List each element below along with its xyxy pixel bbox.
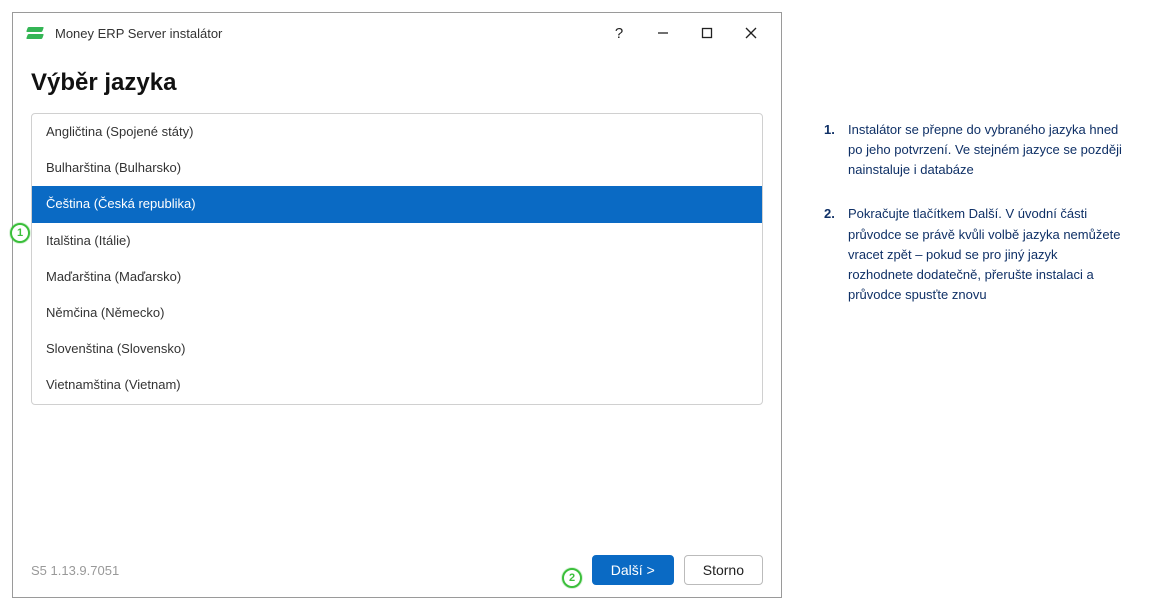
cancel-button[interactable]: Storno bbox=[684, 555, 763, 585]
language-option[interactable]: Slovenština (Slovensko) bbox=[32, 331, 762, 367]
bottom-bar: S5 1.13.9.7051 Další > Storno bbox=[31, 541, 763, 597]
titlebar: Money ERP Server instalátor ? bbox=[13, 13, 781, 53]
minimize-button[interactable] bbox=[641, 18, 685, 48]
help-button[interactable]: ? bbox=[597, 18, 641, 48]
next-button[interactable]: Další > bbox=[592, 555, 674, 585]
annotation-notes: 1. Instalátor se přepne do vybraného jaz… bbox=[824, 120, 1124, 329]
language-option[interactable]: Angličtina (Spojené státy) bbox=[32, 114, 762, 150]
language-option[interactable]: Italština (Itálie) bbox=[32, 223, 762, 259]
version-label: S5 1.13.9.7051 bbox=[31, 563, 119, 578]
maximize-button[interactable] bbox=[685, 18, 729, 48]
annotation-note: 2. Pokračujte tlačítkem Další. V úvodní … bbox=[824, 204, 1124, 305]
window-body: Výběr jazyka Angličtina (Spojené státy)B… bbox=[13, 53, 781, 597]
language-listbox[interactable]: Angličtina (Spojené státy)Bulharština (B… bbox=[31, 113, 763, 405]
window-title: Money ERP Server instalátor bbox=[55, 26, 222, 41]
annotation-note-text: Pokračujte tlačítkem Další. V úvodní čás… bbox=[848, 204, 1124, 305]
annotation-note-text: Instalátor se přepne do vybraného jazyka… bbox=[848, 120, 1124, 180]
annotation-note: 1. Instalátor se přepne do vybraného jaz… bbox=[824, 120, 1124, 180]
language-option[interactable]: Vietnamština (Vietnam) bbox=[32, 367, 762, 403]
annotation-note-number: 1. bbox=[824, 120, 848, 180]
language-option[interactable]: Maďarština (Maďarsko) bbox=[32, 259, 762, 295]
installer-window: Money ERP Server instalátor ? Výběr jazy… bbox=[12, 12, 782, 598]
page-title: Výběr jazyka bbox=[31, 69, 763, 97]
language-option[interactable]: Bulharština (Bulharsko) bbox=[32, 150, 762, 186]
annotation-badge-2: 2 bbox=[562, 568, 582, 588]
language-option[interactable]: Čeština (Česká republika) bbox=[32, 186, 762, 222]
annotation-badge-1: 1 bbox=[10, 223, 30, 243]
app-logo-icon bbox=[27, 24, 43, 42]
annotation-note-number: 2. bbox=[824, 204, 848, 305]
close-button[interactable] bbox=[729, 18, 773, 48]
language-option[interactable]: Němčina (Německo) bbox=[32, 295, 762, 331]
